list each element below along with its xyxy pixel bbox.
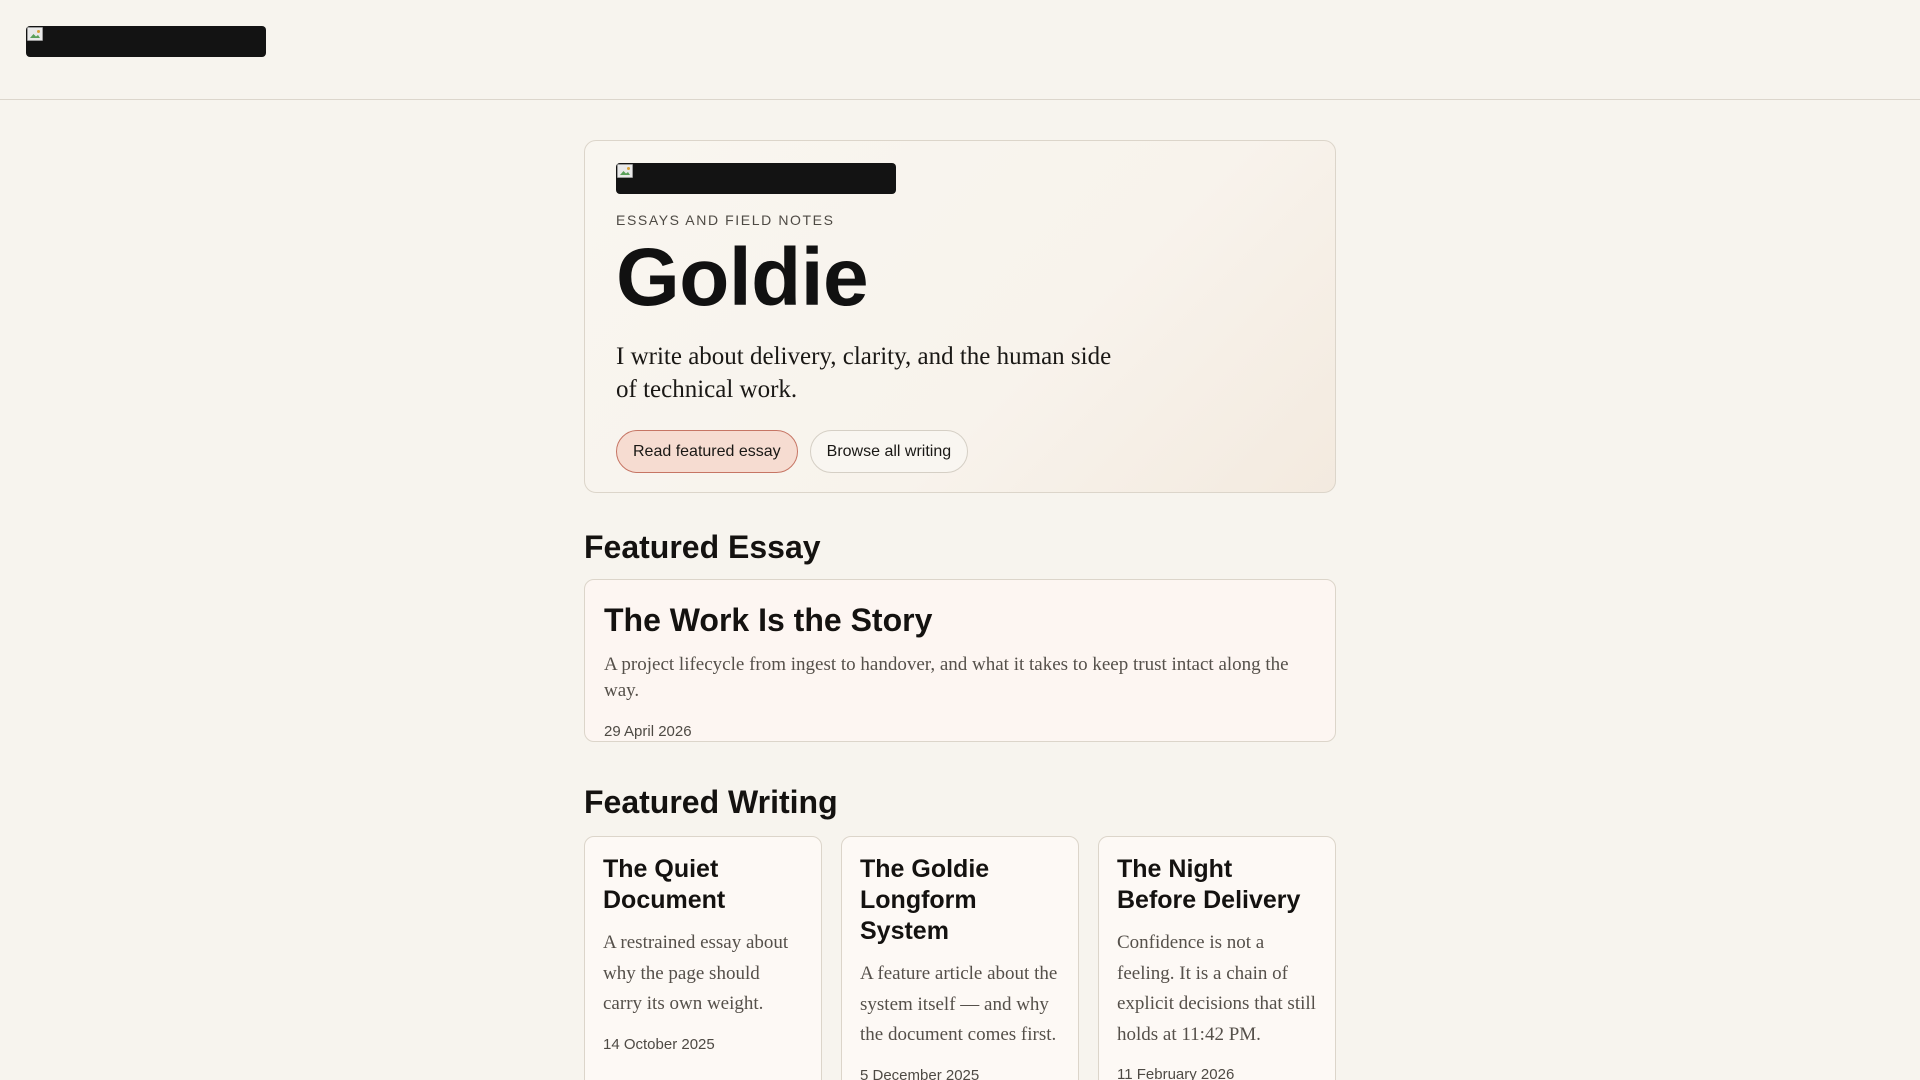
hero-card: ESSAYS AND FIELD NOTES Goldie I write ab… bbox=[584, 140, 1336, 493]
browse-all-writing-button[interactable]: Browse all writing bbox=[809, 430, 969, 473]
hero-logo bbox=[616, 163, 896, 194]
main-content: ESSAYS AND FIELD NOTES Goldie I write ab… bbox=[584, 140, 1336, 1080]
post-card[interactable]: The Night Before Delivery Confidence is … bbox=[1098, 836, 1336, 1080]
featured-essay-card[interactable]: The Work Is the Story A project lifecycl… bbox=[584, 579, 1336, 742]
post-title[interactable]: The Night Before Delivery bbox=[1117, 854, 1317, 916]
post-card[interactable]: The Quiet Document A restrained essay ab… bbox=[584, 836, 822, 1080]
featured-writing-heading: Featured Writing bbox=[584, 784, 838, 820]
hero-actions: Read featured essay Browse all writing bbox=[616, 430, 1305, 473]
featured-essay-date: 29 April 2026 bbox=[604, 723, 692, 740]
featured-essay-title[interactable]: The Work Is the Story bbox=[604, 600, 1316, 640]
post-date: 11 February 2026 bbox=[1117, 1066, 1235, 1080]
site-logo-link[interactable] bbox=[26, 26, 266, 57]
post-title[interactable]: The Goldie Longform System bbox=[860, 854, 1060, 947]
broken-image-icon bbox=[27, 27, 43, 41]
featured-essay-heading: Featured Essay bbox=[584, 529, 821, 565]
site-title: Goldie bbox=[616, 232, 869, 323]
post-summary: Confidence is not a feeling. It is a cha… bbox=[1117, 932, 1316, 1045]
broken-image-icon bbox=[617, 164, 633, 178]
post-summary: A restrained essay about why the page sh… bbox=[603, 932, 789, 1014]
hero-kicker: ESSAYS AND FIELD NOTES bbox=[616, 212, 835, 228]
post-summary: A feature article about the system itsel… bbox=[860, 963, 1058, 1045]
hero-tagline: I write about delivery, clarity, and the… bbox=[616, 343, 1112, 403]
featured-writing-grid: The Quiet Document A restrained essay ab… bbox=[584, 836, 1336, 1080]
site-header bbox=[0, 0, 1920, 100]
post-title[interactable]: The Quiet Document bbox=[603, 854, 803, 916]
featured-essay-summary: A project lifecycle from ingest to hando… bbox=[604, 654, 1289, 701]
post-card[interactable]: The Goldie Longform System A feature art… bbox=[841, 836, 1079, 1080]
post-date: 5 December 2025 bbox=[860, 1066, 980, 1080]
read-featured-essay-button[interactable]: Read featured essay bbox=[616, 430, 798, 473]
post-date: 14 October 2025 bbox=[603, 1035, 715, 1053]
